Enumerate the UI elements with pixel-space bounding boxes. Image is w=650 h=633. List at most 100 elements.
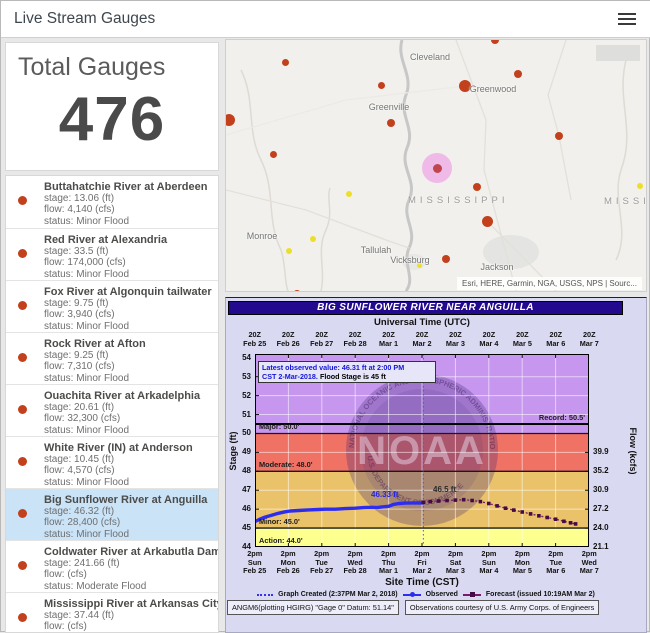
menu-icon[interactable] — [618, 13, 636, 26]
gauge-flow: flow: 32,300 (cfs) — [44, 413, 212, 424]
chart-legend: Graph Created (2:37PM Mar 2, 2018) Obser… — [226, 591, 626, 598]
gauge-status: status: Minor Flood — [44, 216, 212, 227]
gauge-stage: stage: 9.75 (ft) — [44, 298, 212, 309]
red-gauge-marker[interactable] — [282, 59, 289, 66]
list-item[interactable]: Ouachita River at Arkadelphia stage: 20.… — [6, 384, 218, 436]
red-gauge-marker[interactable] — [473, 183, 481, 191]
city-label-greenwood: Greenwood — [470, 84, 517, 94]
annotation-box: Latest observed value: 46.31 ft at 2:00 … — [258, 361, 436, 383]
gauge-status: status: Minor Flood — [44, 269, 212, 280]
list-item[interactable]: Coldwater River at Arkabutla Dam stage: … — [6, 540, 218, 592]
gauge-list: Buttahatchie River at Aberdeen stage: 13… — [5, 175, 219, 633]
state-label-mississippi-right: MISSISS — [604, 196, 647, 207]
major-flood-label: Major: 50.0' — [259, 422, 299, 431]
map-panel[interactable]: Cleveland Greenwood Greenville Monroe Tallul… — [225, 39, 647, 292]
bottom-axis: 2pmSunFeb 25 2pmMonFeb 26 2pmTueFeb 27 2… — [238, 550, 606, 576]
gauge-name: Ouachita River at Arkadelphia — [44, 390, 212, 402]
legend-observed: Observed — [426, 591, 458, 598]
gauge-stage: stage: 10.45 (ft) — [44, 454, 212, 465]
selected-gauge-marker[interactable] — [433, 164, 442, 173]
chart-footer: ANGM6(plotting HGIRG) "Gage 0" Datum: 51… — [227, 600, 599, 615]
city-label-monroe: Monroe — [247, 231, 278, 241]
observed-sample — [403, 594, 421, 596]
gauge-stage: stage: 37.44 (ft) — [44, 610, 212, 621]
latest-observed-line1: Latest observed value: 46.31 ft at 2:00 … — [262, 363, 432, 372]
forecast-sample — [463, 594, 481, 596]
gauge-flow: flow: 3,940 (cfs) — [44, 309, 212, 320]
list-item[interactable]: Fox River at Algonquin tailwater stage: … — [6, 280, 218, 332]
gauge-status: status: Minor Flood — [44, 477, 212, 488]
record-stage-label: Record: 50.5' — [539, 413, 585, 422]
gauge-flow: flow: (cfs) — [44, 569, 212, 580]
top-axis: 20ZFeb 25 20ZFeb 26 20ZFeb 27 20ZFeb 28 … — [238, 331, 606, 348]
gauge-status: status: Minor Flood — [44, 373, 212, 384]
observed-value-label: 46.33 ft — [371, 490, 399, 499]
gauge-name: Red River at Alexandria — [44, 234, 212, 246]
gauge-name: Buttahatchie River at Aberdeen — [44, 181, 212, 193]
red-gauge-marker[interactable] — [387, 119, 395, 127]
total-gauges-title: Total Gauges — [6, 43, 218, 82]
app-header: Live Stream Gauges — [1, 1, 650, 38]
gauge-status: status: Moderate Flood — [44, 581, 212, 592]
red-gauge-marker[interactable] — [270, 151, 277, 158]
top-axis-label: Universal Time (UTC) — [238, 317, 606, 328]
list-item[interactable]: Red River at Alexandria stage: 33.5 (ft)… — [6, 228, 218, 280]
red-gauge-marker[interactable] — [482, 216, 493, 227]
gauge-name: Mississippi River at Arkansas City — [44, 598, 212, 610]
gauge-flow: flow: 174,000 (cfs) — [44, 257, 212, 268]
total-gauges-value: 476 — [6, 84, 218, 155]
forecast-peak-label: 46.5 ft — [433, 485, 456, 494]
graph-created-sample — [257, 594, 273, 596]
legend-graph-created: Graph Created (2:37PM Mar 2, 2018) — [278, 591, 397, 598]
city-label-tallulah: Tallulah — [361, 245, 392, 255]
page-title: Live Stream Gauges — [14, 10, 155, 28]
yellow-gauge-marker[interactable] — [637, 183, 643, 189]
state-label-mississippi: MISSISSIPPI — [408, 195, 509, 206]
hydrograph-panel: BIG SUNFLOWER RIVER NEAR ANGUILLA Univer… — [225, 297, 647, 633]
red-gauge-marker[interactable] — [378, 82, 385, 89]
yellow-gauge-marker[interactable] — [346, 191, 352, 197]
stage-axis-title: Stage (ft) — [228, 414, 238, 488]
list-item[interactable]: Buttahatchie River at Aberdeen stage: 13… — [6, 176, 218, 228]
legend-forecast: Forecast (issued 10:19AM Mar 2) — [486, 591, 595, 598]
red-gauge-marker[interactable] — [442, 255, 450, 263]
total-gauges-card: Total Gauges 476 — [5, 42, 219, 171]
list-item[interactable]: Mississippi River at Arkansas City stage… — [6, 592, 218, 633]
gauge-stage: stage: 241.66 (ft) — [44, 558, 212, 569]
gauge-status-dot — [18, 196, 27, 205]
gauge-status: status: Minor Flood — [44, 321, 212, 332]
red-gauge-marker[interactable] — [293, 290, 301, 292]
gauge-name: Rock River at Afton — [44, 338, 212, 350]
city-label-greenville: Greenville — [369, 102, 410, 112]
gauge-stage: stage: 13.06 (ft) — [44, 193, 212, 204]
gauge-status: status: Minor Flood — [44, 425, 212, 436]
gauge-name: White River (IN) at Anderson — [44, 442, 212, 454]
action-stage-label: Action: 44.0' — [259, 536, 303, 545]
latest-observed-line2: CST 2-Mar-2018. — [262, 372, 318, 381]
city-label-vicksburg: Vicksburg — [390, 255, 429, 265]
yellow-gauge-marker[interactable] — [286, 248, 292, 254]
gauge-status-dot — [18, 457, 27, 466]
red-gauge-marker[interactable] — [514, 70, 522, 78]
gauge-status-dot — [18, 353, 27, 362]
gauge-name: Fox River at Algonquin tailwater — [44, 286, 212, 298]
list-item-selected[interactable]: Big Sunflower River at Anguilla stage: 4… — [6, 488, 218, 540]
gauge-status-dot — [18, 405, 27, 414]
gauge-stage: stage: 46.32 (ft) — [44, 506, 212, 517]
city-label-cleveland: Cleveland — [410, 52, 450, 62]
plot-area: NATIONAL OCEANIC AND ATMOSPHERIC ADMINIS… — [255, 354, 589, 547]
list-item[interactable]: Rock River at Afton stage: 9.25 (ft) flo… — [6, 332, 218, 384]
red-gauge-marker[interactable] — [555, 132, 563, 140]
gauge-status: status: Minor Flood — [44, 529, 212, 540]
list-item[interactable]: White River (IN) at Anderson stage: 10.4… — [6, 436, 218, 488]
moderate-flood-label: Moderate: 48.0' — [259, 460, 313, 469]
gauge-flow: flow: 28,400 (cfs) — [44, 517, 212, 528]
gauge-status-dot — [18, 613, 27, 622]
flood-stage-note: Flood Stage is 45 ft — [320, 372, 386, 381]
gauge-status-dot — [18, 249, 27, 258]
yellow-gauge-marker[interactable] — [310, 236, 316, 242]
gauge-stage: stage: 33.5 (ft) — [44, 246, 212, 257]
gauge-name: Coldwater River at Arkabutla Dam — [44, 546, 212, 558]
app-root: { "header": { "title": "Live Stream Gaug… — [0, 0, 650, 632]
gauge-flow: flow: (cfs) — [44, 621, 212, 632]
